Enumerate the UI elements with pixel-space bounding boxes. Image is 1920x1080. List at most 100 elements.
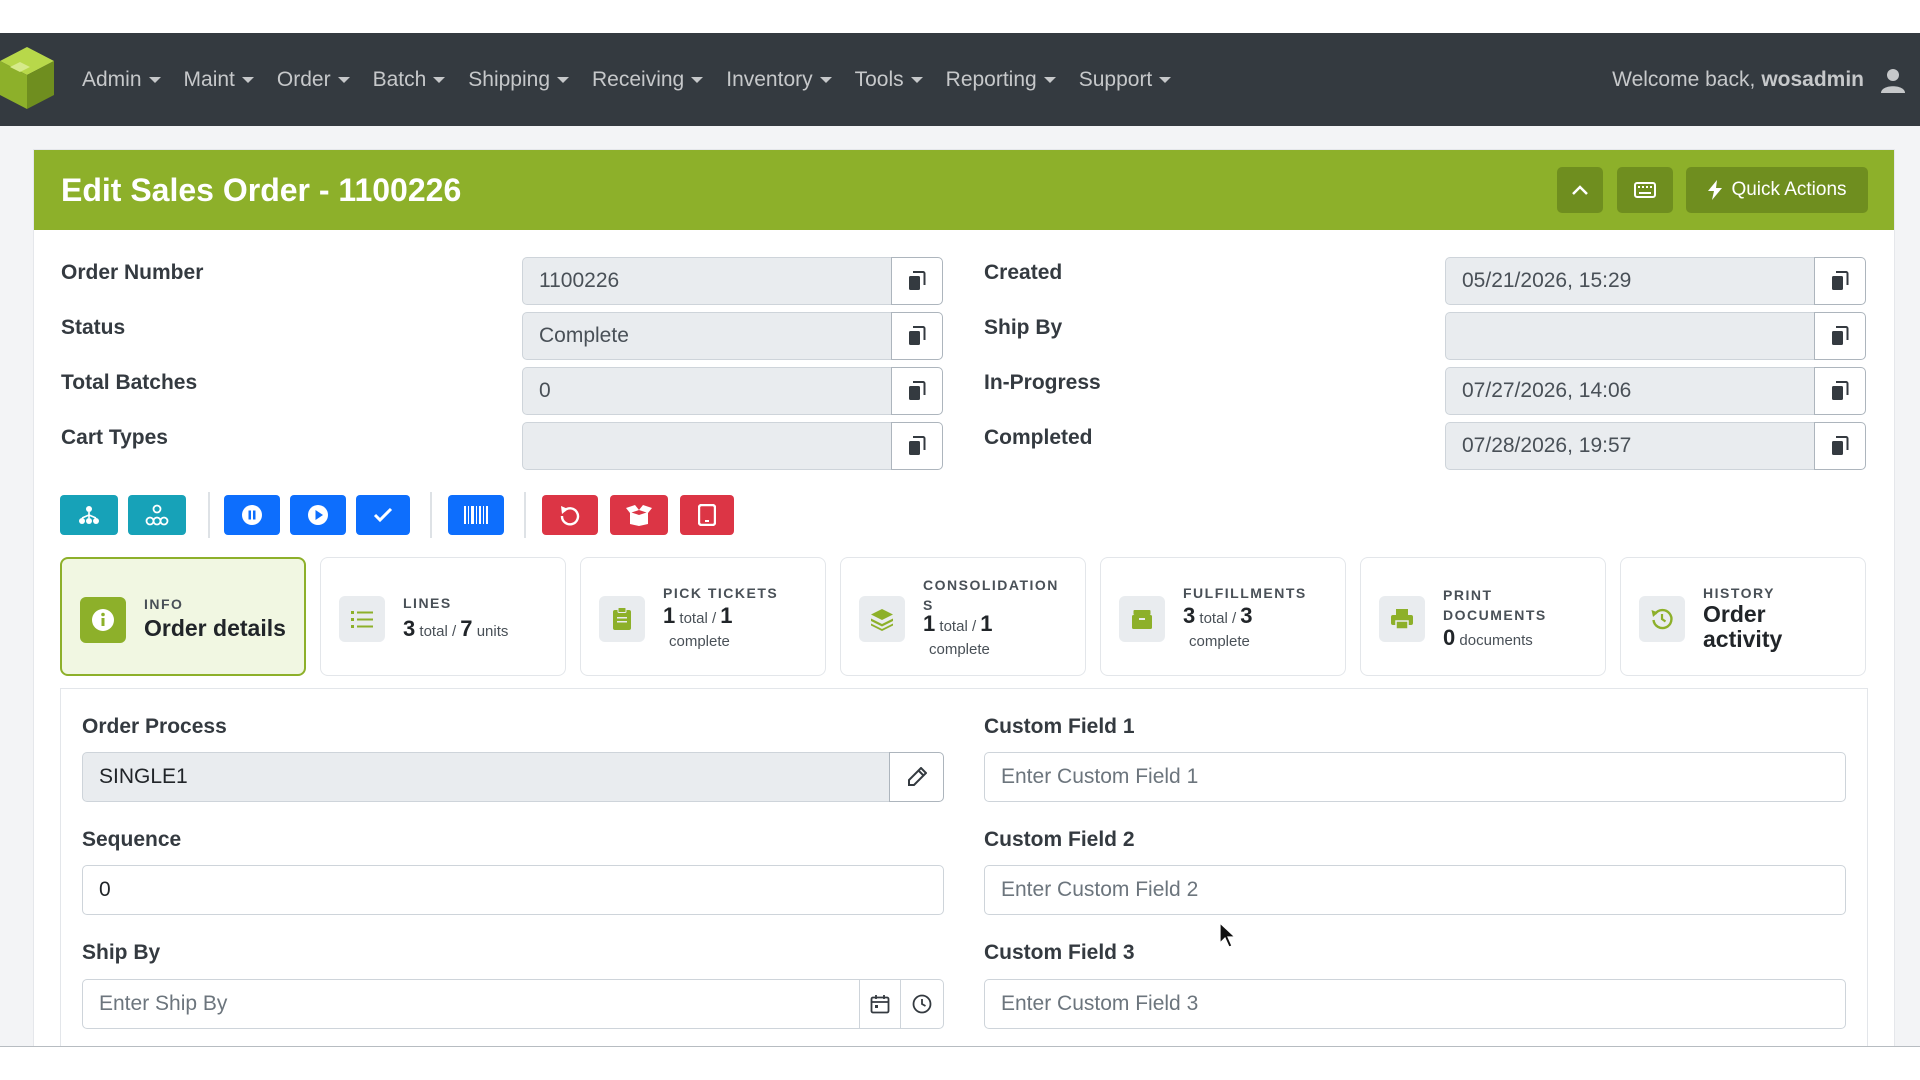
cube-logo-icon[interactable] — [0, 47, 54, 113]
menu-inventory[interactable]: Inventory — [726, 68, 832, 92]
tab-pick-tickets[interactable]: PICK TICKETS 1 total / 1 complete — [580, 557, 826, 676]
open-box-icon — [626, 505, 652, 526]
caret-down-icon — [557, 76, 570, 83]
copy-ship-by-button[interactable] — [1814, 312, 1866, 360]
created-field[interactable]: 05/21/2026, 15:29 — [1445, 257, 1815, 305]
tab-history-icon-box — [1639, 596, 1685, 642]
copy-completed-button[interactable] — [1814, 422, 1866, 470]
order-number-field[interactable]: 1100226 — [522, 257, 892, 305]
custom-field-3-input[interactable] — [984, 979, 1846, 1029]
welcome-message: Welcome back, wosadmin — [1612, 67, 1864, 91]
completed-field[interactable]: 07/28/2026, 19:57 — [1445, 422, 1815, 470]
status-field[interactable]: Complete — [522, 312, 892, 360]
undo-button[interactable] — [542, 495, 598, 535]
menu-batch[interactable]: Batch — [373, 68, 446, 92]
mouse-cursor-icon — [1219, 922, 1237, 948]
user-icon[interactable] — [1880, 67, 1906, 93]
custom-field-2-input[interactable] — [984, 865, 1846, 915]
menu-tools[interactable]: Tools — [855, 68, 923, 92]
order-number-label: Order Number — [61, 261, 204, 284]
order-process-field[interactable]: SINGLE1 — [82, 752, 890, 802]
cart-types-field[interactable] — [522, 422, 892, 470]
status-label: Status — [61, 316, 126, 339]
tab-info-icon-box — [80, 597, 126, 643]
sequence-input[interactable] — [82, 865, 944, 915]
tab-consolidations[interactable]: CONSOLIDATION S 1 total / 1 complete — [840, 557, 1086, 676]
pause-button[interactable] — [224, 495, 280, 535]
unpack-button[interactable] — [610, 495, 668, 535]
window-bottom-edge — [0, 1046, 1920, 1047]
list-icon — [351, 611, 373, 628]
history-icon — [1651, 608, 1673, 630]
menu-maint[interactable]: Maint — [184, 68, 254, 92]
order-process-label: Order Process — [82, 715, 227, 738]
tablet-button[interactable] — [680, 495, 734, 535]
tab-fulfillments[interactable]: FULFILLMENTS 3 total / 3 complete — [1100, 557, 1346, 676]
tab-info-kicker: INFO — [144, 596, 184, 612]
tab-consolidation-stat: 1 total / 1 — [923, 611, 993, 636]
caret-down-icon — [433, 76, 446, 83]
tab-info[interactable]: INFO Order details — [60, 557, 306, 676]
clipboard-icon — [613, 607, 631, 630]
tab-consolidation-sub: complete — [929, 641, 990, 658]
play-button[interactable] — [290, 495, 346, 535]
collapse-button[interactable] — [1557, 167, 1603, 213]
printer-icon — [1391, 609, 1413, 630]
date-picker-button[interactable] — [859, 979, 901, 1029]
copy-status-button[interactable] — [891, 312, 943, 360]
in-progress-field[interactable]: 07/27/2026, 14:06 — [1445, 367, 1815, 415]
keyboard-shortcuts-button[interactable] — [1617, 167, 1673, 213]
copy-created-button[interactable] — [1814, 257, 1866, 305]
play-icon — [308, 505, 328, 525]
in-progress-label: In-Progress — [984, 371, 1101, 394]
barcode-button[interactable] — [448, 495, 504, 535]
tab-pick-icon-box — [599, 596, 645, 642]
created-label: Created — [984, 261, 1063, 284]
custom-field-3-label: Custom Field 3 — [984, 941, 1135, 964]
layers-icon — [871, 609, 893, 631]
tab-history-title: Order activity — [1703, 601, 1783, 652]
menu-receiving[interactable]: Receiving — [592, 68, 704, 92]
tab-history[interactable]: HISTORY Order activity — [1620, 557, 1866, 676]
chevron-up-icon — [1572, 185, 1588, 195]
menu-reporting[interactable]: Reporting — [946, 68, 1056, 92]
tab-print-documents[interactable]: PRINT DOCUMENTS 0 documents — [1360, 557, 1606, 676]
clock-icon — [912, 994, 932, 1014]
copy-icon — [909, 381, 926, 400]
copy-in-progress-button[interactable] — [1814, 367, 1866, 415]
copy-cart-types-button[interactable] — [891, 422, 943, 470]
time-picker-button[interactable] — [900, 979, 944, 1029]
total-batches-field[interactable]: 0 — [522, 367, 892, 415]
complete-button[interactable] — [356, 495, 410, 535]
tab-info-title: Order details — [144, 615, 286, 641]
menu-order[interactable]: Order — [277, 68, 350, 92]
tab-consolidation-kicker: CONSOLIDATION S — [923, 577, 1059, 613]
copy-order-number-button[interactable] — [891, 257, 943, 305]
completed-label: Completed — [984, 426, 1093, 449]
custom-field-1-label: Custom Field 1 — [984, 715, 1135, 738]
copy-total-batches-button[interactable] — [891, 367, 943, 415]
allocate-button[interactable] — [60, 495, 118, 535]
tab-consolidation-icon-box — [859, 596, 905, 642]
keyboard-icon — [1634, 182, 1656, 198]
tab-print-kicker: PRINT DOCUMENTS — [1443, 587, 1547, 623]
custom-field-1-input[interactable] — [984, 752, 1846, 802]
menu-admin[interactable]: Admin — [82, 68, 161, 92]
caret-down-icon — [241, 76, 254, 83]
ship-by-summary-field[interactable] — [1445, 312, 1815, 360]
calendar-icon — [870, 995, 890, 1014]
distribute-button[interactable] — [128, 495, 186, 535]
ship-by-input[interactable] — [82, 979, 860, 1029]
tab-print-icon-box — [1379, 596, 1425, 642]
toolbar-divider — [208, 492, 210, 538]
pause-icon — [242, 505, 262, 525]
copy-icon — [1832, 436, 1849, 455]
tab-lines[interactable]: LINES 3 total / 7 units — [320, 557, 566, 676]
edit-order-process-button[interactable] — [889, 752, 944, 802]
quick-actions-button[interactable]: Quick Actions — [1686, 167, 1868, 213]
menu-shipping[interactable]: Shipping — [468, 68, 570, 92]
ship-by-label: Ship By — [82, 941, 161, 964]
menu-support[interactable]: Support — [1079, 68, 1172, 92]
copy-icon — [909, 326, 926, 345]
copy-icon — [909, 436, 926, 455]
